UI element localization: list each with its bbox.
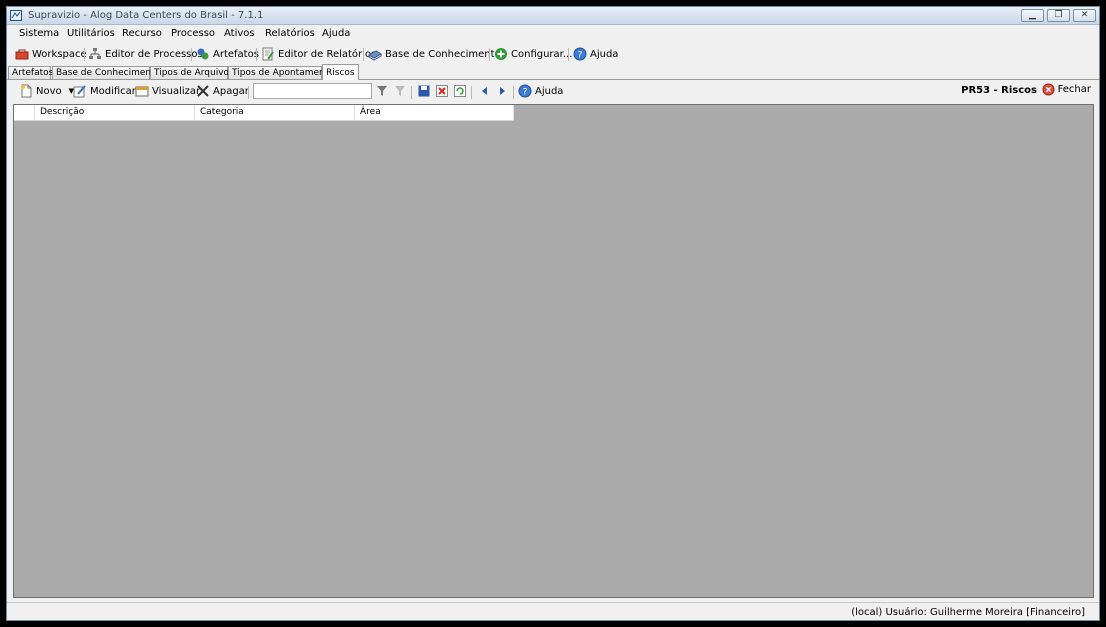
- ajuda-label: Ajuda: [590, 48, 619, 60]
- action-toolbar: Novo ▼ Modificar Visualizar Apagar ? Aju…: [7, 81, 1099, 102]
- menu-sistema[interactable]: Sistema: [19, 28, 59, 39]
- visualizar-label: Visualizar: [152, 85, 201, 97]
- toolbar-separator: [84, 48, 85, 61]
- close-button[interactable]: ✕: [1073, 9, 1096, 22]
- delete-x-icon: [197, 85, 209, 97]
- search-input[interactable]: [253, 83, 372, 99]
- tab-tipos-apontamento[interactable]: Tipos de Apontamento: [228, 66, 334, 79]
- editor-relatorios-button[interactable]: Editor de Relatórios: [261, 46, 376, 62]
- toolbar-separator: [471, 86, 472, 99]
- artefatos-label: Artefatos: [213, 48, 259, 60]
- menu-utilitarios[interactable]: Utilitários: [67, 28, 115, 39]
- tab-base-conhecimento[interactable]: Base de Conhecimento: [52, 66, 160, 79]
- minimize-icon: ▁: [1029, 10, 1036, 20]
- screen-code-label: PR53 - Riscos: [961, 85, 1037, 96]
- ajuda-action-label: Ajuda: [535, 85, 564, 97]
- modificar-button[interactable]: Modificar: [73, 83, 136, 99]
- close-icon: ✕: [1080, 10, 1089, 20]
- menu-ativos[interactable]: Ativos: [224, 28, 255, 39]
- new-document-icon: [21, 84, 32, 98]
- minimize-button[interactable]: ▁: [1021, 9, 1044, 22]
- menu-recurso[interactable]: Recurso: [122, 28, 162, 39]
- next-arrow-icon[interactable]: [496, 85, 508, 97]
- grid-header: Descrição Categoria Área: [14, 105, 514, 121]
- editor-processos-label: Editor de Processos: [105, 48, 203, 60]
- app-icon: [10, 10, 22, 21]
- tab-tipos-arquivos[interactable]: Tipos de Arquivos: [150, 66, 234, 79]
- visualizar-button[interactable]: Visualizar: [135, 83, 200, 99]
- base-conhecimento-button[interactable]: Base de Conhecimento: [368, 46, 501, 62]
- cancel-icon[interactable]: [436, 85, 448, 97]
- apagar-label: Apagar: [213, 85, 249, 97]
- toolbar-separator: [191, 48, 192, 61]
- column-header-categoria[interactable]: Categoria: [195, 105, 355, 120]
- toolbar-separator: [248, 86, 249, 99]
- configurar-label: Configurar...: [511, 48, 573, 60]
- tab-strip: Artefatos Base de Conhecimento Tipos de …: [7, 64, 1099, 80]
- row-selector-header: [14, 105, 35, 120]
- menu-bar: Sistema Utilitários Recurso Processo Ati…: [7, 26, 1099, 43]
- edit-icon: [73, 85, 86, 98]
- menu-processo[interactable]: Processo: [171, 28, 215, 39]
- svg-text:?: ?: [523, 88, 528, 98]
- status-text: (local) Usuário: Guilherme Moreira [Fina…: [851, 607, 1085, 618]
- main-toolbar: Workspace Editor de Processos Artefatos …: [7, 44, 1099, 64]
- main-window: Supravizio - Alog Data Centers do Brasil…: [6, 6, 1100, 621]
- view-window-icon: [135, 86, 149, 97]
- add-circle-icon: [495, 48, 507, 60]
- close-circle-icon: [1042, 83, 1055, 96]
- novo-button[interactable]: Novo ▼: [19, 83, 74, 99]
- book-icon: [368, 50, 382, 61]
- window-title: Supravizio - Alog Data Centers do Brasil…: [28, 10, 264, 21]
- workspace-label: Workspace: [32, 48, 87, 60]
- tab-riscos[interactable]: Riscos: [322, 64, 359, 80]
- novo-label: Novo: [36, 85, 62, 97]
- ajuda-action-button[interactable]: ? Ajuda: [518, 83, 563, 99]
- filter-icon[interactable]: [376, 85, 388, 97]
- toolbox-icon: [15, 49, 29, 60]
- editor-relatorios-label: Editor de Relatórios: [278, 48, 377, 60]
- title-bar: Supravizio - Alog Data Centers do Brasil…: [7, 7, 1099, 25]
- toolbar-separator: [256, 48, 257, 61]
- report-edit-icon: [262, 47, 274, 61]
- svg-text:?: ?: [578, 51, 583, 61]
- toolbar-separator: [363, 48, 364, 61]
- column-header-descricao[interactable]: Descrição: [35, 105, 195, 120]
- help-icon: ?: [518, 84, 532, 98]
- toolbar-separator: [411, 86, 412, 99]
- help-icon: ?: [573, 47, 587, 61]
- restore-button[interactable]: ❐: [1047, 9, 1070, 22]
- column-header-area[interactable]: Área: [355, 105, 514, 120]
- artifacts-icon: [197, 48, 209, 60]
- save-icon[interactable]: [418, 85, 430, 97]
- editor-processos-button[interactable]: Editor de Processos: [88, 46, 203, 62]
- apagar-button[interactable]: Apagar: [196, 83, 249, 99]
- base-conhecimento-label: Base de Conhecimento: [385, 48, 501, 60]
- clear-filter-icon[interactable]: [394, 85, 406, 97]
- toolbar-separator: [489, 48, 490, 61]
- previous-arrow-icon[interactable]: [479, 85, 491, 97]
- fechar-button[interactable]: Fechar: [1042, 83, 1091, 96]
- toolbar-separator: [568, 48, 569, 61]
- status-bar: (local) Usuário: Guilherme Moreira [Fina…: [7, 602, 1099, 620]
- modificar-label: Modificar: [90, 85, 136, 97]
- menu-relatorios[interactable]: Relatórios: [265, 28, 315, 39]
- configurar-button[interactable]: Configurar...: [494, 46, 572, 62]
- fechar-label: Fechar: [1057, 84, 1091, 95]
- toolbar-separator: [513, 86, 514, 99]
- artefatos-button[interactable]: Artefatos: [196, 46, 259, 62]
- tab-artefatos[interactable]: Artefatos: [8, 66, 53, 79]
- refresh-icon[interactable]: [454, 85, 466, 97]
- data-grid[interactable]: Descrição Categoria Área: [13, 104, 1094, 598]
- workspace-button[interactable]: Workspace: [15, 46, 87, 62]
- ajuda-button[interactable]: ? Ajuda: [573, 46, 618, 62]
- restore-icon: ❐: [1054, 10, 1063, 20]
- menu-ajuda[interactable]: Ajuda: [322, 28, 350, 39]
- process-tree-icon: [89, 48, 101, 59]
